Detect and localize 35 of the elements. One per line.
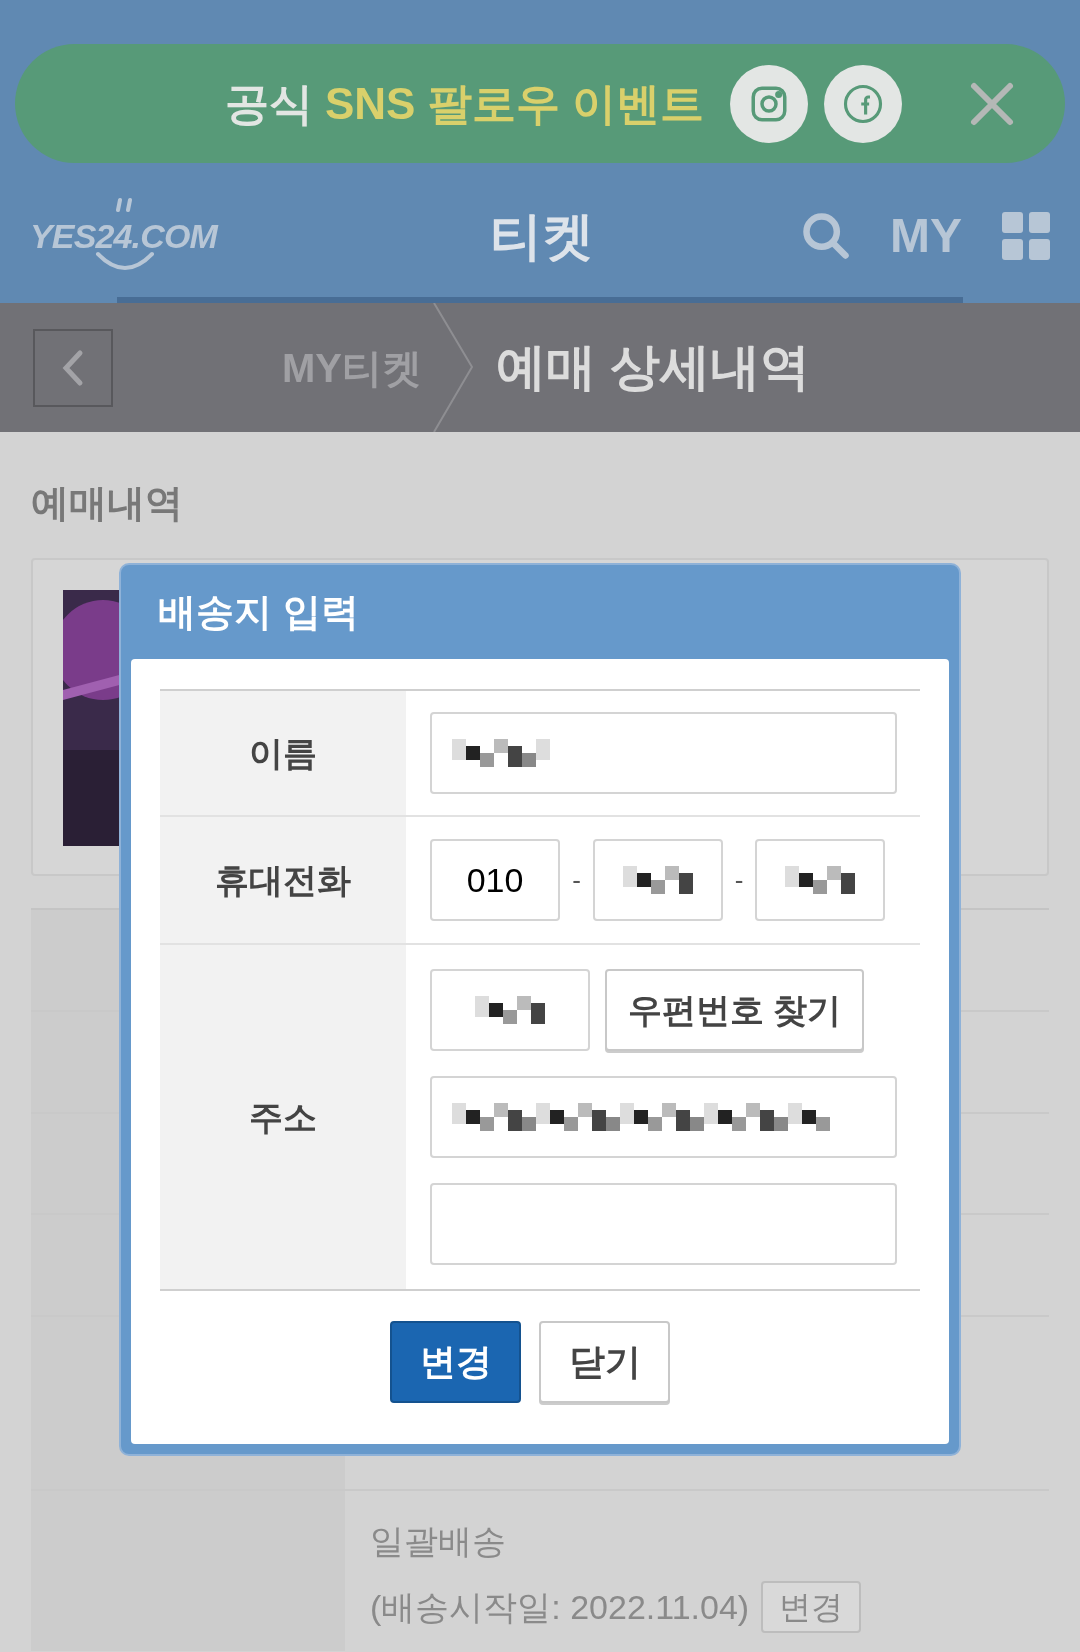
phone-field[interactable]: 010 [430, 839, 560, 921]
banner-text: SNS 팔로우 이벤트 [325, 77, 704, 130]
separator: - [733, 863, 745, 897]
my-link[interactable]: MY [890, 200, 962, 272]
blurred-text-drawing [475, 996, 545, 1024]
phone-field[interactable] [593, 839, 723, 921]
breadcrumb-current: 예매 상세내역 [496, 338, 810, 397]
blurred-text-drawing [623, 866, 693, 894]
confirm-button[interactable]: 변경 [390, 1321, 521, 1403]
close-icon[interactable] [969, 80, 1015, 127]
find-zip-code-button[interactable]: 우편번호 찾기 [605, 969, 864, 1051]
close-button[interactable]: 닫기 [539, 1321, 670, 1403]
dialog-title: 배송지 입력 [157, 589, 360, 635]
page-title: 티켓 [490, 206, 594, 267]
address-field[interactable] [430, 1076, 897, 1158]
change-button[interactable]: 변경 [761, 1581, 862, 1633]
field-label: 휴대전화 [160, 817, 406, 943]
event-banner[interactable]: 공식 SNS 팔로우 이벤트 [15, 44, 1065, 163]
search-icon[interactable] [800, 210, 852, 262]
delivery-start-date: (배송시작일: 2022.11.04) [370, 1586, 750, 1628]
name-field[interactable] [430, 712, 897, 794]
chevron-divider-icon [432, 303, 474, 432]
section-title: 예매내역 [31, 484, 184, 522]
field-label: 이름 [160, 691, 406, 815]
phone-field[interactable] [755, 839, 885, 921]
banner-text: 공식 [225, 77, 313, 130]
separator: - [571, 863, 582, 897]
field-label: 주소 [160, 945, 406, 1289]
zip-code-field[interactable] [430, 969, 590, 1051]
blurred-text-drawing [785, 866, 855, 894]
back-button[interactable] [33, 328, 113, 407]
delivery-method: 일괄배송 [370, 1521, 507, 1562]
grid-menu-icon[interactable] [1002, 212, 1050, 260]
detail-address-field[interactable] [430, 1183, 897, 1265]
logo[interactable]: YES24.COM [30, 210, 217, 262]
